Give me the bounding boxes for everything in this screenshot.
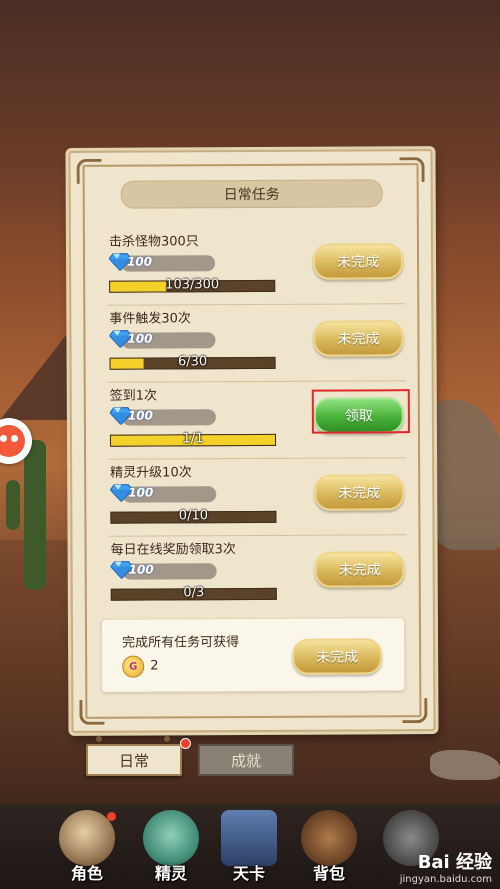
task-name: 签到1次 (109, 388, 158, 404)
nav-item-character[interactable]: 角色 (54, 810, 120, 886)
summary-title: 完成所有任务可获得 (122, 635, 240, 651)
spirit-icon (143, 810, 199, 866)
corner-ornament (399, 157, 425, 183)
corner-ornament (402, 698, 428, 724)
tab-pin (164, 736, 170, 742)
task-name: 精灵升级10次 (110, 465, 192, 481)
progress-bar: 0/3 (110, 585, 277, 601)
task-name: 每日在线奖励领取3次 (110, 542, 236, 558)
reward-amount: 100 (127, 408, 153, 423)
reward-amount: 100 (127, 331, 153, 346)
progress-text: 6/30 (177, 354, 208, 370)
task-item: 签到1次 100 1/1 领取 (107, 383, 410, 460)
panel-title: 日常任务 (120, 179, 383, 209)
incomplete-button[interactable]: 未完成 (314, 551, 405, 588)
task-name: 击杀怪物300只 (108, 234, 199, 250)
summary-reward-count: 2 (150, 658, 159, 674)
reward-amount: 100 (128, 485, 154, 500)
incomplete-button[interactable]: 未完成 (313, 320, 404, 357)
watermark-url: jingyan.baidu.com (399, 874, 492, 885)
reward-amount: 100 (127, 254, 153, 269)
progress-text: 1/1 (182, 431, 204, 447)
daily-task-panel: 日常任务 击杀怪物300只 100 103/300 未完成 事件触发30次 10… (68, 149, 436, 733)
nav-item-bag[interactable]: 背包 (296, 810, 362, 886)
card-icon (221, 810, 277, 866)
cactus-arm (6, 480, 20, 530)
tab-daily[interactable]: 日常 (86, 744, 182, 776)
nav-item-card[interactable]: 天卡 (216, 810, 282, 886)
nav-label: 背包 (312, 864, 345, 883)
incomplete-button[interactable]: 未完成 (312, 243, 404, 280)
task-item: 精灵升级10次 100 0/10 未完成 (108, 460, 407, 537)
corner-ornament (79, 699, 105, 725)
nav-item-spirit[interactable]: 精灵 (138, 810, 204, 886)
tab-pin (96, 736, 102, 742)
coin-icon: G (122, 655, 145, 678)
incomplete-button[interactable]: 未完成 (314, 474, 405, 511)
task-item: 击杀怪物300只 100 103/300 未完成 (106, 229, 406, 306)
all-tasks-reward-card: 完成所有任务可获得 G 2 未完成 (100, 617, 406, 693)
tab-achievements[interactable]: 成就 (198, 744, 294, 776)
cactus (24, 440, 46, 590)
task-name: 事件触发30次 (109, 311, 191, 327)
task-item: 每日在线奖励领取3次 100 0/3 未完成 (109, 537, 407, 613)
notification-dot (107, 812, 116, 821)
progress-bar: 0/10 (110, 508, 277, 524)
progress-text: 0/10 (178, 508, 209, 524)
summary-incomplete-button[interactable]: 未完成 (292, 638, 383, 675)
progress-bar: 1/1 (109, 431, 277, 447)
nav-label: 角色 (70, 864, 103, 883)
bottom-nav: 角色 精灵 天卡 背包 Bai 经验 jingyan.baidu.com (0, 804, 500, 889)
nav-label: 天卡 (232, 864, 265, 883)
bag-icon (301, 810, 357, 866)
progress-text: 103/300 (165, 277, 220, 293)
nav-label: 精灵 (154, 864, 187, 883)
baidu-logo: Bai 经验 (417, 852, 492, 873)
progress-text: 0/3 (183, 585, 205, 601)
corner-ornament (76, 158, 102, 184)
highlight-box (311, 389, 410, 434)
watermark: Bai 经验 jingyan.baidu.com (400, 848, 492, 885)
reward-amount: 100 (128, 562, 154, 577)
progress-bar: 6/30 (109, 354, 276, 370)
notification-dot (180, 738, 191, 749)
progress-bar: 103/300 (109, 277, 276, 293)
task-item: 事件触发30次 100 6/30 未完成 (107, 306, 406, 383)
